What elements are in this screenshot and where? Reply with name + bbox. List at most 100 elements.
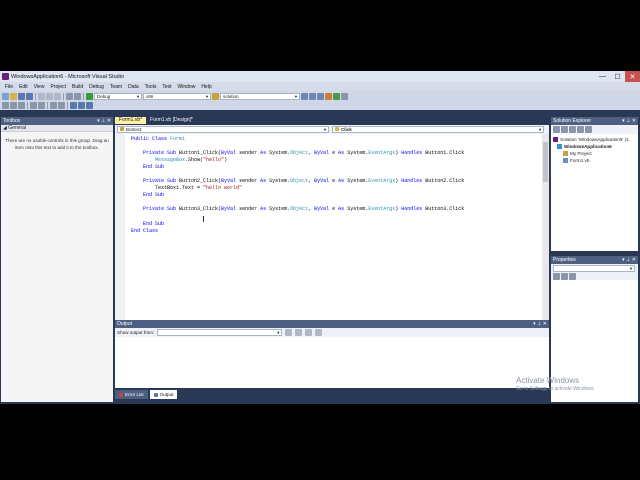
code-line[interactable]: TextBox1.Text = "hello world"	[131, 185, 464, 192]
pin-icon[interactable]: ▾ ⊥ ✕	[533, 320, 547, 328]
code-line[interactable]	[131, 171, 464, 178]
clear-all-icon[interactable]	[305, 329, 313, 336]
platform-select[interactable]: x86 ▼	[143, 92, 211, 100]
alphabetical-icon[interactable]	[561, 272, 568, 280]
output-source-select[interactable]: ▼	[157, 329, 283, 336]
toolbox-icon[interactable]	[325, 92, 332, 100]
undo-icon[interactable]	[66, 92, 73, 100]
toolbox-group-general[interactable]: ◢ General	[1, 125, 113, 132]
parameter-info-icon[interactable]	[10, 102, 17, 109]
property-pages-icon[interactable]	[569, 272, 576, 280]
refresh-icon[interactable]	[569, 126, 576, 133]
redo-icon[interactable]	[74, 92, 81, 100]
code-line[interactable]	[131, 143, 464, 150]
solution-item[interactable]: Form1.vb	[553, 157, 638, 164]
tab-error-list[interactable]: Error List	[115, 390, 148, 399]
paste-icon[interactable]	[54, 92, 61, 100]
code-line[interactable]	[131, 214, 464, 221]
menu-window[interactable]: Window	[175, 84, 199, 90]
bookmark-icon[interactable]	[70, 102, 77, 109]
code-line[interactable]: Private Sub Button3_Click(ByVal sender A…	[131, 206, 464, 213]
go-to-next-icon[interactable]	[295, 329, 303, 336]
menu-data[interactable]: Data	[125, 84, 142, 90]
menu-help[interactable]: Help	[198, 84, 214, 90]
start-page-icon[interactable]	[333, 92, 340, 100]
object-browser-icon[interactable]	[317, 92, 324, 100]
view-code-icon[interactable]	[577, 126, 584, 133]
chevron-down-icon: ▼	[323, 127, 327, 132]
properties-icon[interactable]	[553, 126, 560, 133]
tab-form1-design[interactable]: Form1.vb [Design]*	[146, 117, 197, 124]
menu-project[interactable]: Project	[47, 84, 69, 90]
comment-icon[interactable]	[50, 102, 57, 109]
code-line[interactable]: End Sub	[131, 192, 464, 199]
solution-item[interactable]: My Project	[553, 150, 638, 157]
solution-item[interactable]: WindowsApplication6	[553, 143, 638, 150]
minimize-button[interactable]: —	[595, 71, 610, 82]
close-button[interactable]: ✕	[625, 71, 640, 82]
start-debugging-icon[interactable]	[86, 92, 93, 100]
tab-output[interactable]: Output	[149, 390, 178, 399]
find-message-icon[interactable]	[285, 329, 293, 336]
code-line[interactable]: End Sub	[131, 221, 464, 228]
find-combo[interactable]: solution ▼	[220, 92, 300, 100]
code-text[interactable]: Public Class Form1 Private Sub Button1_C…	[131, 136, 464, 235]
object-select[interactable]: Button3 ▼	[117, 126, 329, 133]
extension-icon[interactable]	[341, 92, 348, 100]
code-token: ByVal	[314, 206, 333, 213]
code-line[interactable]: MessageBox.Show("hello")	[131, 157, 464, 164]
categorized-icon[interactable]	[553, 272, 560, 280]
code-line[interactable]: Public Class Form1	[131, 136, 464, 143]
next-bookmark-icon[interactable]	[86, 102, 93, 109]
menu-file[interactable]: File	[2, 84, 16, 90]
scroll-thumb[interactable]	[543, 142, 548, 182]
code-line[interactable]: Private Sub Button2_Click(ByVal sender A…	[131, 178, 464, 185]
error-icon	[119, 392, 123, 397]
code-line[interactable]: Private Sub Button1_Click(ByVal sender A…	[131, 150, 464, 157]
menu-tools[interactable]: Tools	[142, 84, 160, 90]
tab-output-label: Output	[159, 392, 174, 397]
increase-indent-icon[interactable]	[38, 102, 45, 109]
quick-info-icon[interactable]	[2, 102, 9, 109]
find-in-files-icon[interactable]	[212, 92, 219, 100]
decrease-indent-icon[interactable]	[30, 102, 37, 109]
code-token: Button2.Click	[425, 178, 465, 185]
solution-explorer-icon[interactable]	[301, 92, 308, 100]
uncomment-icon[interactable]	[58, 102, 65, 109]
code-line[interactable]: End Class	[131, 228, 464, 235]
output-toolbar: Show output from: ▼	[115, 328, 549, 337]
document-tabs: Form1.vb* Form1.vb [Design]*	[115, 117, 549, 124]
save-all-icon[interactable]	[26, 92, 33, 100]
solution-item[interactable]: Solution 'WindowsApplication6' (1	[553, 136, 638, 143]
word-wrap-icon[interactable]	[315, 329, 323, 336]
code-line[interactable]	[131, 199, 464, 206]
cut-icon[interactable]	[38, 92, 45, 100]
pin-icon[interactable]: ▾ ⊥ ✕	[97, 117, 111, 125]
pin-icon[interactable]: ▾ ⊥ ✕	[622, 117, 636, 125]
maximize-button[interactable]: ☐	[610, 71, 625, 82]
properties-icon[interactable]	[309, 92, 316, 100]
view-designer-icon[interactable]	[585, 126, 592, 133]
copy-icon[interactable]	[46, 92, 53, 100]
menu-edit[interactable]: Edit	[16, 84, 31, 90]
activate-windows-title: Activate Windows	[516, 376, 580, 385]
menu-view[interactable]: View	[31, 84, 48, 90]
menu-debug[interactable]: Debug	[86, 84, 107, 90]
code-line[interactable]: End Sub	[131, 164, 464, 171]
event-select[interactable]: Click ▼	[332, 126, 544, 133]
save-icon[interactable]	[18, 92, 25, 100]
open-file-icon[interactable]	[10, 92, 17, 100]
word-completion-icon[interactable]	[18, 102, 25, 109]
object-combo[interactable]: ▼	[553, 264, 635, 272]
new-project-icon[interactable]	[2, 92, 9, 100]
properties-object-select[interactable]: ▼	[551, 264, 638, 272]
show-all-files-icon[interactable]	[561, 126, 568, 133]
menu-test[interactable]: Test	[159, 84, 174, 90]
tab-form1-vb[interactable]: Form1.vb*	[115, 117, 147, 124]
pin-icon[interactable]: ▾ ⊥ ✕	[622, 256, 636, 264]
menu-team[interactable]: Team	[107, 84, 125, 90]
previous-bookmark-icon[interactable]	[78, 102, 85, 109]
menu-build[interactable]: Build	[69, 84, 86, 90]
configuration-select[interactable]: Debug ▼	[94, 92, 142, 100]
